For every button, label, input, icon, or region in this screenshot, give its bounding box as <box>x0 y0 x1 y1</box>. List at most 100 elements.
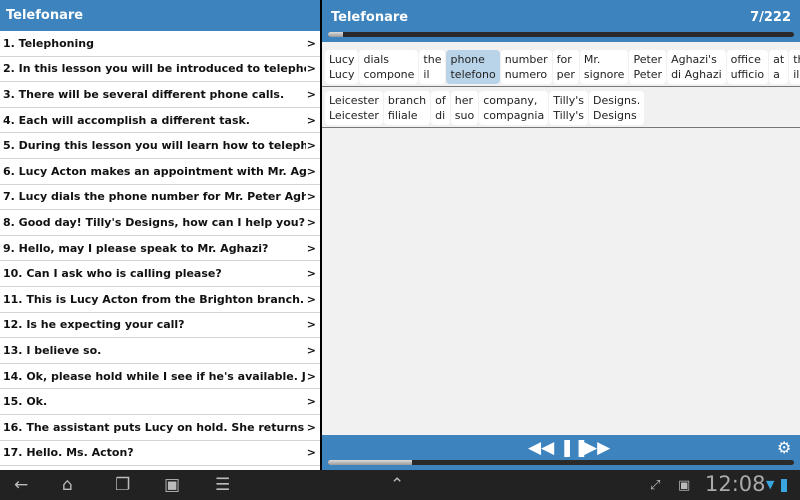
source-word: her <box>454 94 474 107</box>
chevron-right-icon: > <box>306 36 316 50</box>
list-item[interactable]: 1. Telephoning > <box>0 31 320 57</box>
player-controls: ◀◀ ❚❚ ▶▶ ⚙ <box>322 435 800 470</box>
source-word: Aghazi's <box>671 53 717 66</box>
list-item[interactable]: 8. Good day! Tilly's Designs, how can I … <box>0 210 320 236</box>
detail-title: Telefonare <box>331 10 409 25</box>
back-icon[interactable]: ← <box>14 475 28 495</box>
translated-word: numero <box>504 68 548 81</box>
list-item[interactable]: 6. Lucy Acton makes an appointment with … <box>0 158 320 185</box>
list-item-text: 5. During this lesson you will learn how… <box>3 139 306 153</box>
sentence-counter: 7/222 <box>750 10 791 25</box>
list-item[interactable]: 10. Can I ask who is calling please? > <box>0 261 320 287</box>
list-item[interactable]: 9. Hello, may I please speak to Mr. Agha… <box>0 235 320 262</box>
chevron-right-icon: > <box>306 215 316 229</box>
translated-word: compone <box>363 68 415 81</box>
list-item[interactable]: 14. Ok, please hold while I see if he's … <box>0 363 320 390</box>
word-chip[interactable]: Peter Peter <box>629 50 667 84</box>
word-chip[interactable]: the il <box>789 50 800 84</box>
lesson-progress-fill <box>328 32 343 37</box>
list-item[interactable]: 3. There will be several different phone… <box>0 82 320 108</box>
word-chip[interactable]: Tilly's Tilly's <box>549 91 589 125</box>
word-chip[interactable]: the il <box>419 50 446 84</box>
audio-progress-bar[interactable] <box>328 460 794 465</box>
translated-word: a <box>773 68 780 81</box>
source-word: of <box>435 94 446 107</box>
word-chip[interactable]: dials compone <box>359 50 419 84</box>
sentence-line: Lucy Lucy dials compone the il phone telefono nu… <box>322 46 800 87</box>
word-chip[interactable]: Aghazi's di Aghazi <box>667 50 726 84</box>
word-chip[interactable]: Leicester Leicester <box>325 91 383 125</box>
chevron-right-icon: > <box>306 446 316 460</box>
system-navigation-bar: ← ⌂ ❐ ▣ ☰ ⌃ ⤢ ▣ 12:08 ▼ <box>0 470 800 500</box>
settings-gear-icon[interactable]: ⚙ <box>777 438 791 457</box>
source-word: dials <box>363 53 390 66</box>
translated-word: compagnia <box>483 109 545 122</box>
word-chip[interactable]: Mr. signore <box>579 50 629 84</box>
chevron-right-icon: > <box>306 62 316 76</box>
audio-progress-fill <box>328 460 412 465</box>
clock: 12:08 <box>705 472 766 496</box>
sentence-list[interactable]: 1. Telephoning >2. In this lesson you wil… <box>0 31 320 467</box>
chevron-right-icon: > <box>306 113 316 127</box>
word-chip[interactable]: number numero <box>500 50 552 84</box>
word-chip[interactable]: company, compagnia <box>479 91 549 125</box>
recent-apps-icon[interactable]: ❐ <box>115 475 130 495</box>
source-word: Designs. <box>593 94 641 107</box>
list-item-text: 12. Is he expecting your call? <box>3 318 185 332</box>
menu-icon[interactable]: ☰ <box>215 475 230 495</box>
list-item[interactable]: 16. The assistant puts Lucy on hold. She… <box>0 414 320 441</box>
chevron-right-icon: > <box>306 267 316 281</box>
list-item[interactable]: 11. This is Lucy Acton from the Brighton… <box>0 286 320 313</box>
source-word: the <box>423 53 442 66</box>
list-item[interactable]: 2. In this lesson you will be introduced… <box>0 56 320 83</box>
chevron-up-icon[interactable]: ⌃ <box>390 475 404 495</box>
list-item-text: 4. Each will accomplish a different task… <box>3 113 250 127</box>
word-chip[interactable]: phone telefono <box>446 50 500 84</box>
fullscreen-icon[interactable]: ⤢ <box>650 478 660 493</box>
list-item[interactable]: 15. Ok. > <box>0 389 320 415</box>
home-icon[interactable]: ⌂ <box>62 475 73 495</box>
chevron-right-icon: > <box>306 164 316 178</box>
word-chip[interactable]: her suo <box>450 91 479 125</box>
rewind-button[interactable]: ◀◀ <box>528 438 554 458</box>
list-item[interactable]: 12. Is he expecting your call? > <box>0 312 320 339</box>
source-word: company, <box>483 94 538 107</box>
source-word: number <box>504 53 548 66</box>
source-word: branch <box>387 94 427 107</box>
translated-word: il <box>793 68 800 81</box>
list-item-text: 6. Lucy Acton makes an appointment with … <box>3 164 306 178</box>
translated-word: ufficio <box>730 68 765 81</box>
detail-header: Telefonare 7/222 <box>322 0 800 42</box>
list-item-text: 1. Telephoning <box>3 36 94 50</box>
battery-icon <box>781 479 787 492</box>
chevron-right-icon: > <box>306 241 316 255</box>
word-chip[interactable]: branch filiale <box>383 91 431 125</box>
source-word: Tilly's <box>553 94 585 107</box>
list-item[interactable]: 4. Each will accomplish a different task… <box>0 107 320 134</box>
list-item-text: 9. Hello, may I please speak to Mr. Agha… <box>3 241 269 255</box>
translated-word: Lucy <box>329 68 355 81</box>
chevron-right-icon: > <box>306 292 316 306</box>
list-item[interactable]: 7. Lucy dials the phone number for Mr. P… <box>0 184 320 211</box>
word-chip[interactable]: office ufficio <box>726 50 769 84</box>
list-item[interactable]: 5. During this lesson you will learn how… <box>0 133 320 159</box>
translated-word: suo <box>454 109 475 122</box>
lesson-progress-bar[interactable] <box>328 32 794 37</box>
fast-forward-button[interactable]: ▶▶ <box>584 438 610 458</box>
word-chip[interactable]: at a <box>769 50 789 84</box>
word-chip[interactable]: Designs. Designs <box>589 91 645 125</box>
list-item-text: 2. In this lesson you will be introduced… <box>3 62 306 76</box>
source-word: office <box>730 53 761 66</box>
list-item[interactable]: 13. I believe so. > <box>0 338 320 364</box>
list-item[interactable]: 17. Hello. Ms. Acton? > <box>0 440 320 467</box>
list-item-text: 3. There will be several different phone… <box>3 87 285 101</box>
source-word: Lucy <box>329 53 355 66</box>
word-chip[interactable]: for per <box>552 50 579 84</box>
word-chip[interactable]: of di <box>431 91 450 125</box>
chevron-right-icon: > <box>306 87 316 101</box>
word-chip[interactable]: Lucy Lucy <box>325 50 359 84</box>
translated-word: Designs <box>593 109 637 122</box>
translated-word: Peter <box>633 68 663 81</box>
screenshot-icon[interactable]: ▣ <box>164 475 180 495</box>
list-item-text: 10. Can I ask who is calling please? <box>3 267 222 281</box>
